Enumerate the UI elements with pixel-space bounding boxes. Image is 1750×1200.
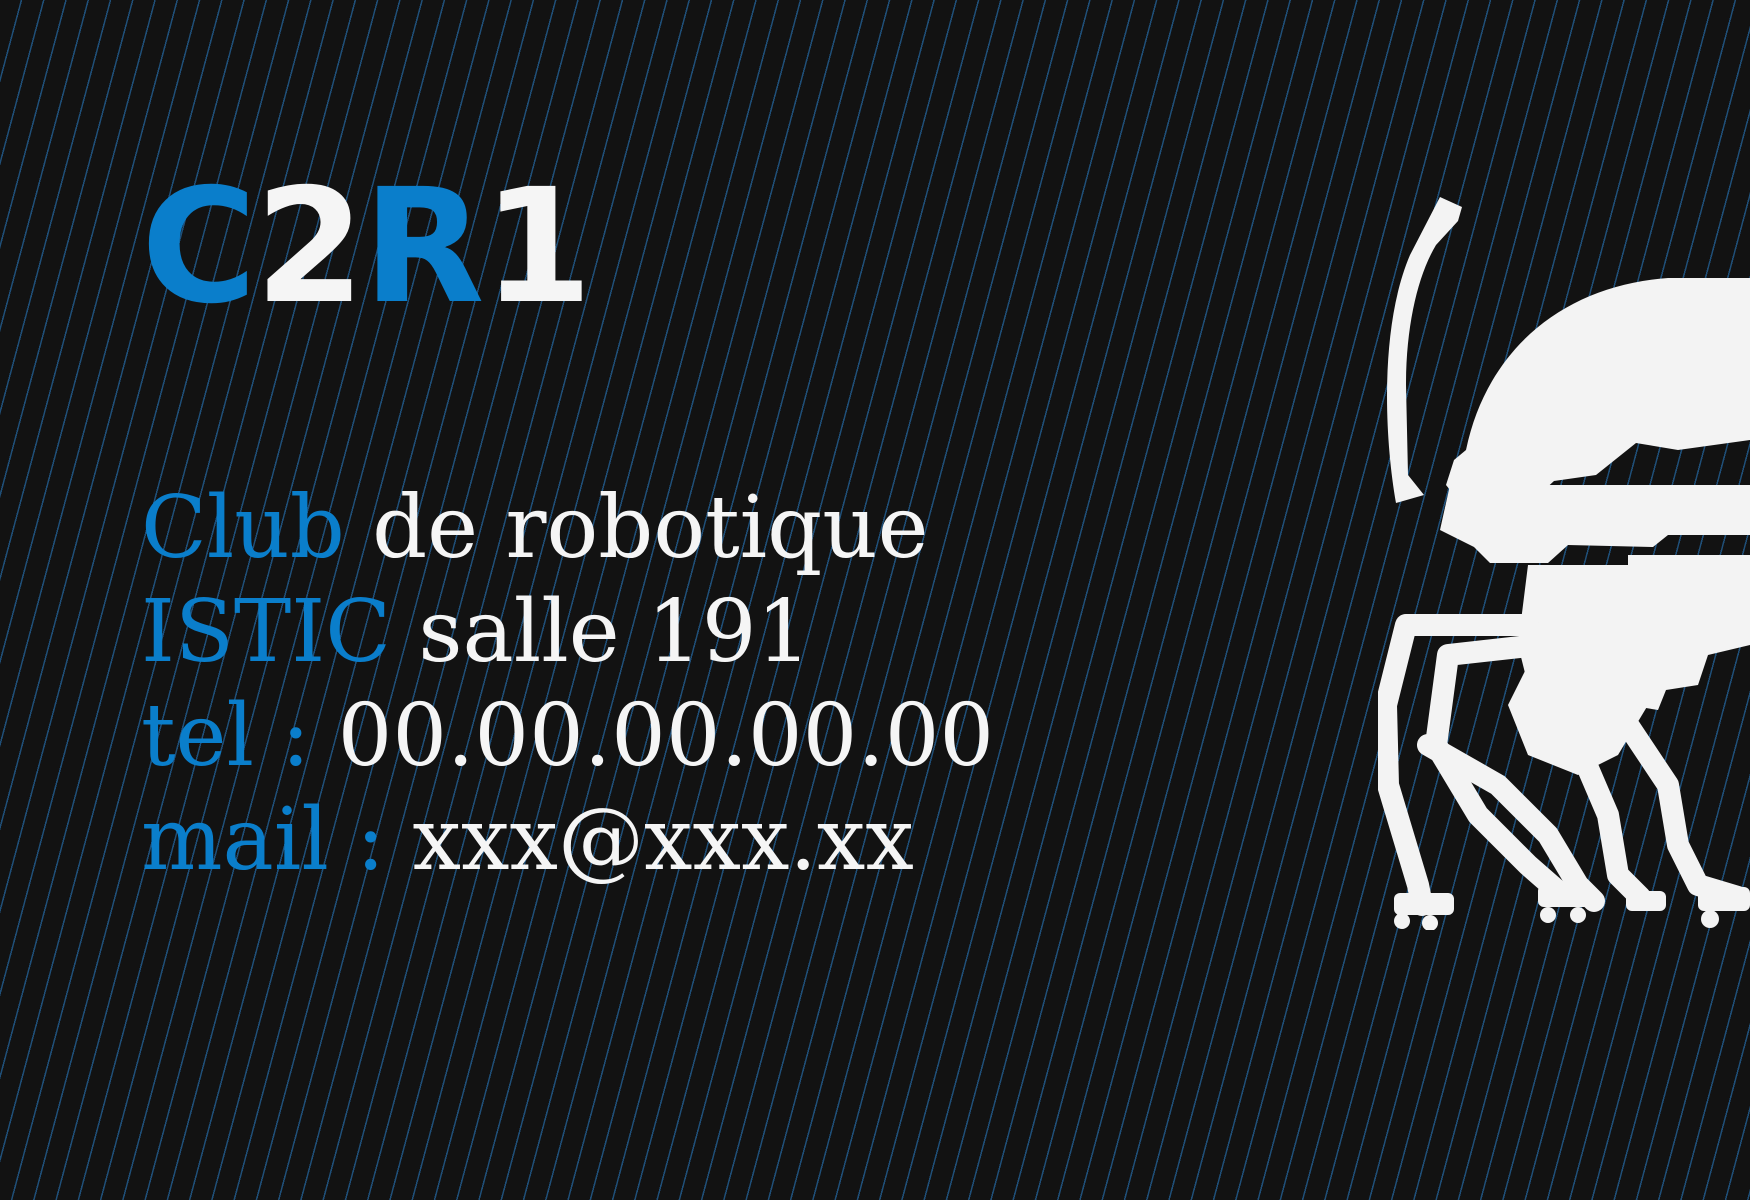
club-line: Club de robotique [141, 476, 994, 580]
phone-label: tel : [141, 686, 311, 786]
contact-info: Club de robotique ISTIC salle 191 tel : … [141, 476, 994, 892]
title-letter-c: C [141, 155, 257, 339]
location-label: ISTIC [141, 582, 392, 682]
robot-mascot-icon [1378, 197, 1750, 930]
mail-label: mail : [141, 790, 386, 890]
business-card: C2R1 Club de robotique ISTIC salle 191 t… [0, 0, 1750, 1200]
club-label: Club [141, 478, 345, 578]
club-description: de robotique [372, 478, 929, 578]
phone-number[interactable]: 00.00.00.00.00 [338, 686, 995, 786]
location-room: salle 191 [418, 582, 812, 682]
mail-line: mail : xxx@xxx.xx [141, 788, 994, 892]
mail-address[interactable]: xxx@xxx.xx [413, 790, 914, 890]
title-digit-1: 1 [482, 155, 593, 339]
title-digit-2: 2 [254, 155, 365, 339]
title-letter-r: R [362, 155, 485, 339]
club-logo-text: C2R1 [141, 155, 593, 339]
location-line: ISTIC salle 191 [141, 580, 994, 684]
phone-line: tel : 00.00.00.00.00 [141, 684, 994, 788]
